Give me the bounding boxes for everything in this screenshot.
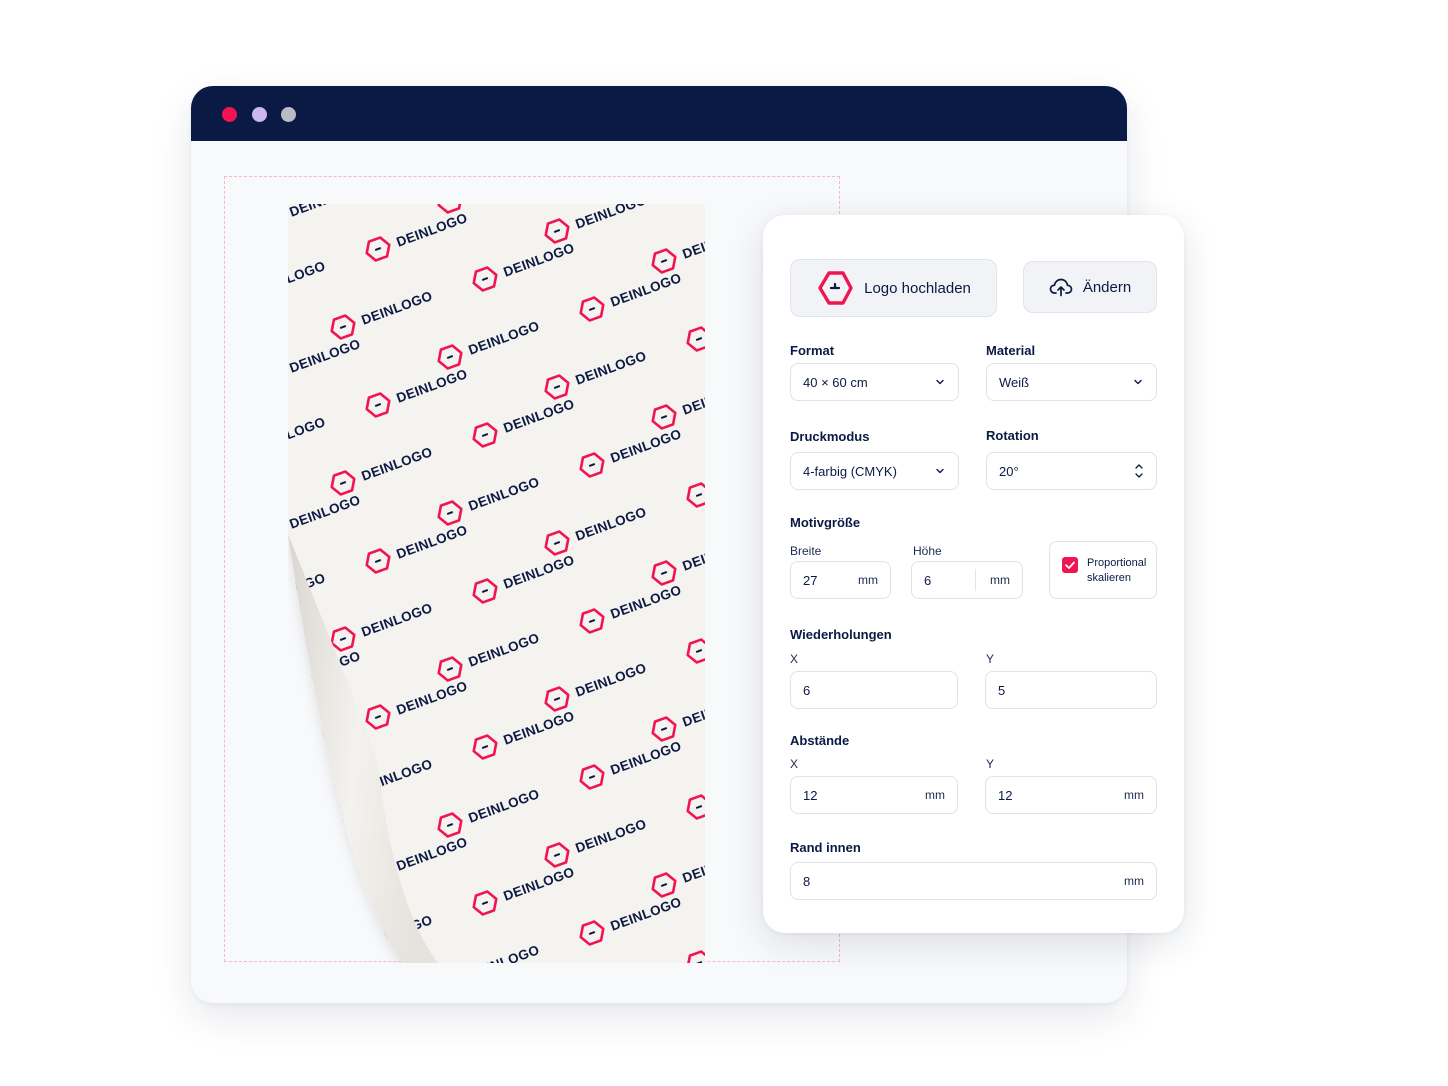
- format-select[interactable]: 40 × 60 cm: [790, 363, 959, 401]
- paper-preview-canvas: DEINLOGODEINLOGODEINLOGODEINLOGODEINLOGO…: [288, 204, 705, 963]
- pattern-logo-text: DEINLOGO: [288, 960, 362, 963]
- pattern-logo-hexagon-icon: [330, 938, 356, 963]
- abstaende-x-unit: mm: [925, 788, 945, 802]
- change-label: Ändern: [1082, 278, 1132, 296]
- abstaende-y-value: 12: [998, 787, 1013, 803]
- minimize-window-dot[interactable]: [252, 107, 267, 122]
- upload-logo-button[interactable]: Logo hochladen: [790, 259, 997, 317]
- wiederholungen-x-label: X: [790, 652, 799, 666]
- format-value: 40 × 60 cm: [803, 374, 868, 390]
- proportional-label: Proportional skalieren: [1087, 556, 1146, 586]
- breite-label: Breite: [790, 544, 822, 558]
- format-label: Format: [790, 343, 835, 358]
- breite-input[interactable]: 27 mm: [790, 561, 891, 599]
- hoehe-value: 6: [924, 572, 932, 588]
- rotation-label: Rotation: [986, 428, 1039, 443]
- proportional-checkbox[interactable]: [1062, 557, 1078, 573]
- abstaende-y-unit: mm: [1124, 788, 1144, 802]
- proportional-label-line-1: Proportional: [1087, 557, 1147, 569]
- abstaende-x-label: X: [790, 757, 799, 771]
- abstaende-x-input[interactable]: 12 mm: [790, 776, 958, 814]
- breite-unit: mm: [858, 573, 878, 587]
- wiederholungen-label: Wiederholungen: [790, 627, 892, 642]
- logo-hexagon-icon: [818, 271, 853, 305]
- close-window-dot[interactable]: [222, 107, 237, 122]
- upload-logo-label: Logo hochladen: [864, 279, 971, 297]
- chevron-down-icon: [936, 468, 944, 474]
- stepper-arrows-icon[interactable]: [1134, 460, 1144, 482]
- druckmodus-value: 4-farbig (CMYK): [803, 463, 897, 479]
- hoehe-label: Höhe: [913, 544, 942, 558]
- proportional-label-line-2: skalieren: [1087, 572, 1132, 584]
- chevron-down-icon: [936, 379, 944, 385]
- abstaende-label: Abstände: [790, 733, 850, 748]
- pattern-logo: DEINLOGO: [288, 882, 327, 922]
- pattern-logo-mark: [339, 949, 347, 953]
- proportional-toggle[interactable]: Proportional skalieren: [1049, 541, 1157, 599]
- pattern-logo-text: DEINLOGO: [288, 726, 327, 766]
- maximize-window-dot[interactable]: [281, 107, 296, 122]
- wiederholungen-y-input[interactable]: 5: [985, 671, 1157, 709]
- rotation-input[interactable]: 20°: [986, 452, 1157, 490]
- material-label: Material: [986, 343, 1036, 358]
- pattern-logo: DEINLOGO: [288, 960, 362, 963]
- settings-panel: Logo hochladen Ändern Format 40 × 60 cm …: [763, 215, 1184, 933]
- rand-innen-input[interactable]: 8 mm: [790, 862, 1157, 900]
- chevron-down-icon: [1134, 379, 1142, 385]
- rand-innen-value: 8: [803, 873, 811, 889]
- pattern-logo-text: DEINLOGO: [288, 882, 327, 922]
- checkmark-icon: [1065, 561, 1075, 569]
- field-divider: [975, 569, 976, 591]
- rand-innen-unit: mm: [1124, 874, 1144, 888]
- window-titlebar: [191, 86, 1127, 141]
- material-select[interactable]: Weiß: [986, 363, 1157, 401]
- hoehe-unit: mm: [990, 573, 1010, 587]
- cloud-upload-icon: [1049, 278, 1073, 297]
- druckmodus-select[interactable]: 4-farbig (CMYK): [790, 452, 959, 490]
- rotation-value: 20°: [999, 463, 1019, 479]
- material-value: Weiß: [999, 374, 1030, 390]
- abstaende-y-label: Y: [986, 757, 995, 771]
- rand-innen-label: Rand innen: [790, 840, 861, 855]
- wiederholungen-y-label: Y: [986, 652, 995, 666]
- wiederholungen-x-value: 6: [803, 682, 811, 698]
- breite-value: 27: [803, 572, 818, 588]
- abstaende-y-input[interactable]: 12 mm: [985, 776, 1157, 814]
- wiederholungen-x-input[interactable]: 6: [790, 671, 958, 709]
- paper-preview: DEINLOGO DEINLOGO DEINLOGO DEINLOGO DEINLOGO…: [288, 204, 705, 963]
- pattern-logo: DEINLOGO: [288, 726, 327, 766]
- change-button[interactable]: Ändern: [1023, 261, 1157, 313]
- motivgroesse-label: Motivgröße: [790, 515, 861, 530]
- wiederholungen-y-value: 5: [998, 682, 1006, 698]
- abstaende-x-value: 12: [803, 787, 818, 803]
- druckmodus-label: Druckmodus: [790, 429, 870, 444]
- hoehe-input[interactable]: 6 mm: [911, 561, 1023, 599]
